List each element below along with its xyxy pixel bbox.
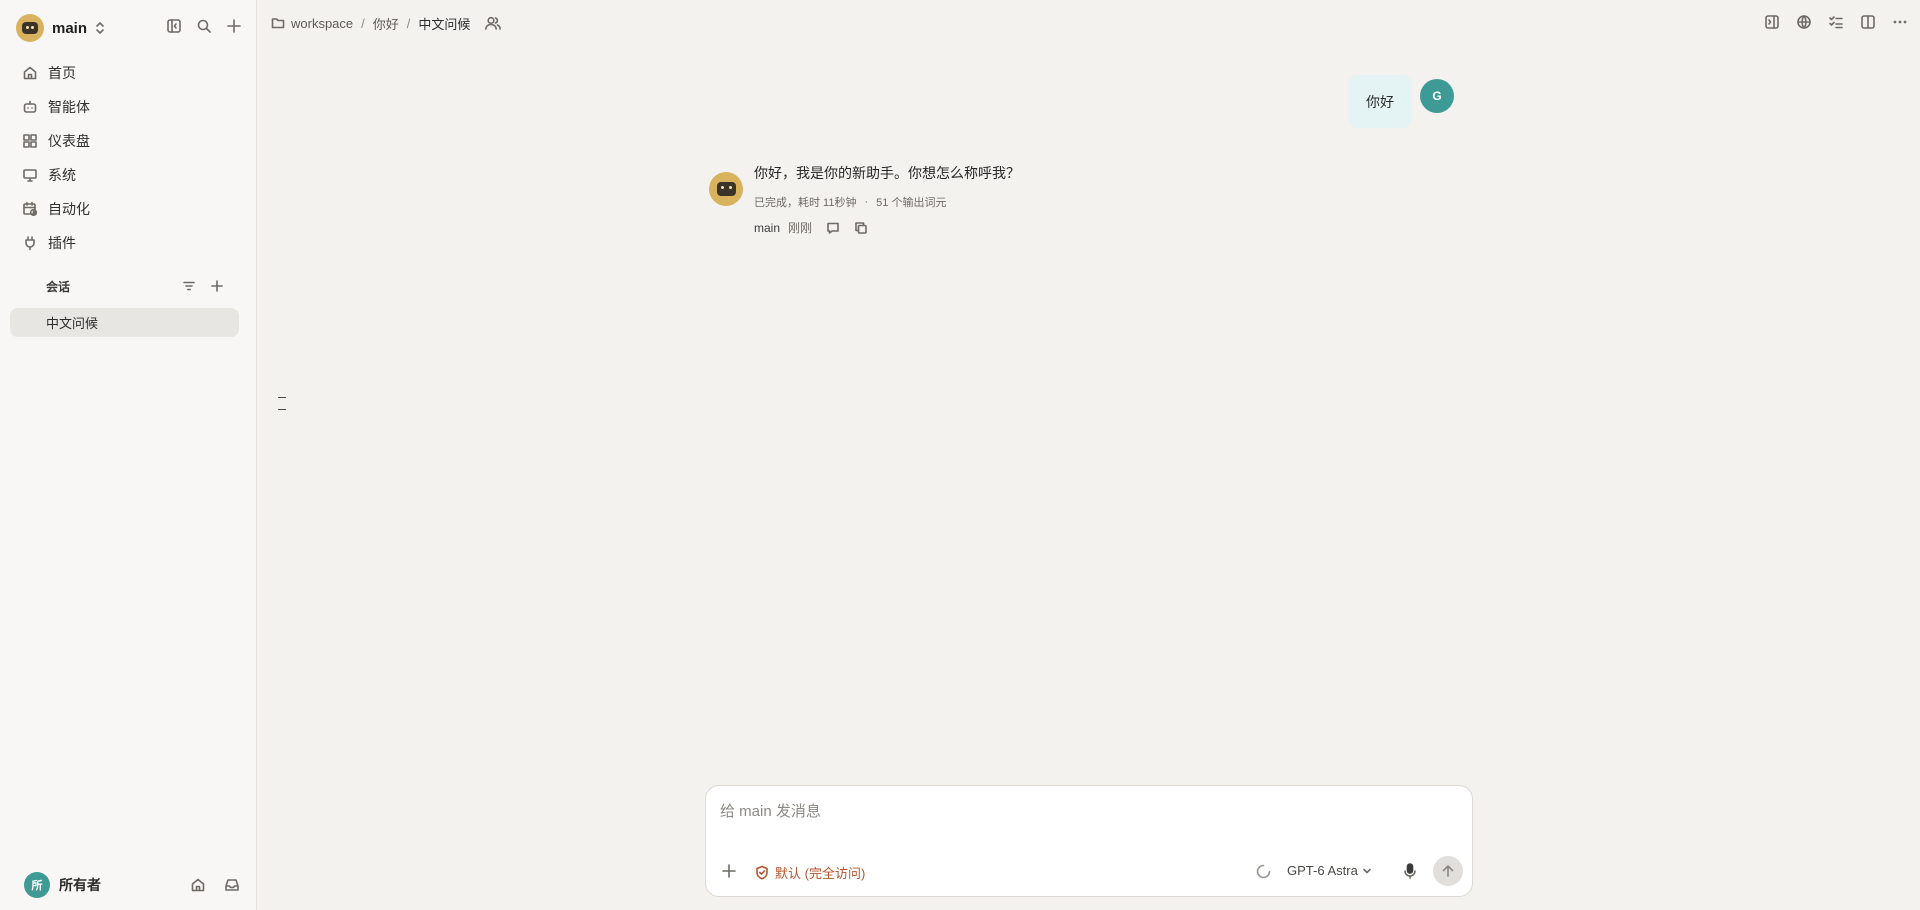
folder-icon	[271, 16, 285, 30]
robot-icon	[22, 99, 38, 115]
add-attachment-icon[interactable]	[720, 862, 738, 880]
conversation-item[interactable]: 中文问候	[10, 308, 239, 337]
sidebar-item-label: 仪表盘	[48, 133, 90, 149]
top-actions	[1764, 14, 1908, 30]
microphone-icon[interactable]	[1402, 862, 1418, 880]
assistant-message-text: 你好，我是你的新助手。你想怎么称呼我？	[754, 165, 1020, 181]
filter-icon[interactable]	[182, 279, 196, 293]
user-message-bubble: 你好	[1349, 75, 1411, 128]
search-icon[interactable]	[196, 18, 212, 34]
panel-left-icon[interactable]	[1764, 14, 1780, 30]
assistant-message-meta: 已完成，耗时 11秒钟 · 51 个输出词元	[754, 194, 946, 210]
home-icon[interactable]	[190, 877, 206, 893]
owner-name[interactable]: 所有者	[59, 875, 101, 895]
collapse-sidebar-icon[interactable]	[166, 18, 182, 34]
breadcrumb-separator: /	[361, 15, 365, 31]
sidebar: main 首页 智能体 仪表盘 系统 自动化 插件 会话 中文问候 所 所有者	[0, 0, 257, 910]
comment-icon[interactable]	[826, 221, 840, 235]
scroll-marker	[278, 397, 286, 413]
plus-icon[interactable]	[226, 18, 242, 34]
home-icon	[22, 65, 38, 81]
shield-check-icon	[755, 865, 769, 880]
sidebar-nav: 首页 智能体 仪表盘 系统 自动化 插件	[10, 56, 238, 260]
workspace-name[interactable]: main	[52, 20, 87, 37]
assistant-status: 已完成，耗时 11秒钟	[754, 197, 857, 209]
assistant-avatar	[709, 172, 743, 206]
workspace-header: main	[16, 14, 242, 42]
user-message: 你好	[1349, 75, 1411, 128]
assistant-token-count: 51 个输出词元	[876, 197, 947, 209]
sidebar-item-label: 首页	[48, 65, 76, 81]
sidebar-item-label: 插件	[48, 235, 76, 251]
split-view-icon[interactable]	[1860, 14, 1876, 30]
user-avatar: G	[1420, 79, 1454, 113]
breadcrumb: workspace / 你好 / 中文问候	[271, 14, 508, 32]
workspace-avatar[interactable]	[16, 14, 44, 42]
copy-icon[interactable]	[854, 221, 868, 235]
calendar-clock-icon	[22, 201, 38, 217]
conversation-label: 中文问候	[46, 316, 99, 331]
sidebar-footer: 所 所有者	[24, 870, 240, 900]
message-composer: 默认 (完全访问) GPT-6 Astra	[705, 785, 1473, 897]
assistant-message-footer: main 刚刚	[754, 219, 868, 236]
globe-icon[interactable]	[1796, 14, 1812, 30]
plug-icon	[22, 235, 38, 251]
sidebar-item-label: 自动化	[48, 201, 90, 217]
send-button[interactable]	[1433, 856, 1463, 886]
breadcrumb-item-greeting[interactable]: 你好	[373, 14, 399, 33]
permission-selector[interactable]: 默认 (完全访问)	[755, 863, 865, 882]
breadcrumb-item-current: 中文问候	[418, 16, 471, 32]
sidebar-item-system[interactable]: 系统	[10, 158, 238, 192]
dashboard-icon	[22, 133, 38, 149]
assistant-name: main	[754, 220, 781, 235]
more-icon[interactable]	[1892, 14, 1908, 30]
loading-spinner-icon	[1256, 864, 1271, 879]
sidebar-item-automation[interactable]: 自动化	[10, 192, 238, 226]
model-label: GPT-6 Astra	[1287, 863, 1358, 878]
sidebar-item-label: 系统	[48, 167, 76, 183]
inbox-icon[interactable]	[224, 877, 240, 893]
sidebar-item-home[interactable]: 首页	[10, 56, 238, 90]
monitor-icon	[22, 167, 38, 183]
chevron-down-icon	[1362, 866, 1372, 876]
sidebar-item-label: 智能体	[48, 99, 90, 115]
breadcrumb-separator: /	[406, 15, 411, 31]
breadcrumb-item-workspace[interactable]: workspace	[291, 16, 353, 31]
owner-avatar[interactable]: 所	[24, 872, 50, 898]
section-label: 会话	[46, 279, 71, 294]
checklist-icon[interactable]	[1828, 14, 1844, 30]
sidebar-item-agents[interactable]: 智能体	[10, 90, 238, 124]
assistant-timestamp: 刚刚	[788, 221, 813, 235]
message-input[interactable]	[720, 800, 1320, 822]
arrow-up-icon	[1441, 864, 1455, 878]
plus-icon[interactable]	[210, 279, 224, 293]
conversations-section-header: 会话	[46, 277, 238, 295]
sidebar-item-plugins[interactable]: 插件	[10, 226, 238, 260]
model-selector[interactable]: GPT-6 Astra	[1287, 863, 1372, 878]
sidebar-item-dashboard[interactable]: 仪表盘	[10, 124, 238, 158]
permission-label: 默认 (完全访问)	[775, 866, 866, 881]
users-icon[interactable]	[484, 15, 502, 31]
meta-separator: ·	[864, 196, 869, 208]
chevron-updown-icon[interactable]	[95, 21, 105, 35]
